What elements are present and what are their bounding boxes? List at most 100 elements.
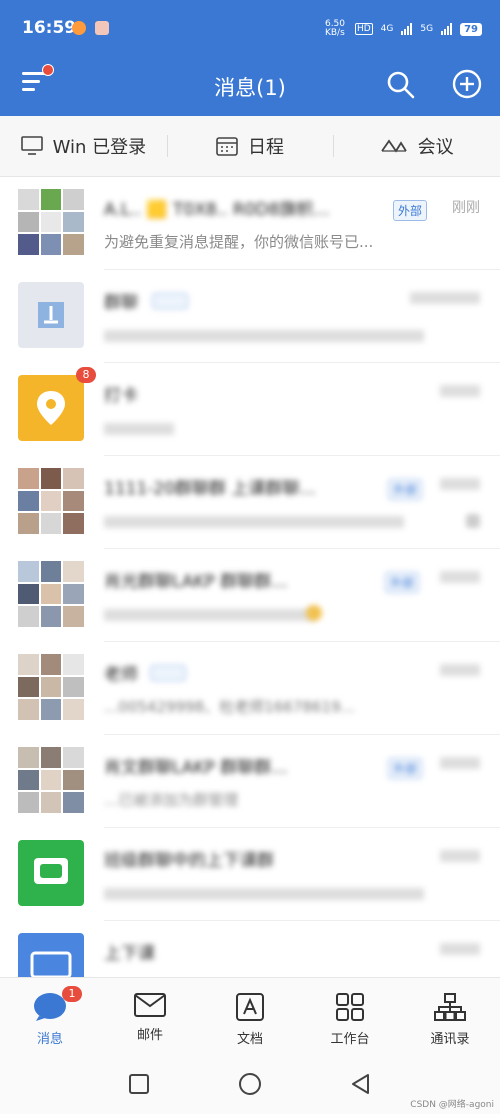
org-chart-icon (434, 993, 466, 1021)
list-item[interactable]: 老师 ...005429998、杜老师16678619... (0, 642, 500, 735)
list-item[interactable]: 班级群聊中的上下课群 (0, 828, 500, 921)
win-login-button[interactable]: Win 已登录 (0, 133, 167, 159)
chat-name: 老师 (104, 665, 138, 685)
external-tag (150, 665, 186, 681)
schedule-label: 日程 (248, 137, 284, 158)
home-icon[interactable] (238, 1072, 262, 1096)
avatar (18, 840, 84, 906)
status-time: 16:59 (22, 18, 77, 38)
message-time (410, 292, 480, 304)
signal-icon (441, 23, 453, 35)
unread-badge: 8 (76, 367, 96, 383)
meeting-icon (380, 139, 407, 153)
external-tag: 外部 (388, 479, 423, 500)
tab-docs[interactable]: 文档 (200, 978, 300, 1052)
avatar (18, 468, 84, 534)
tab-mail[interactable]: 邮件 (100, 978, 200, 1052)
hd-indicator: HD (354, 23, 373, 35)
list-item[interactable]: 群聊 (0, 270, 500, 363)
meeting-label: 会议 (417, 137, 454, 158)
message-preview (104, 330, 424, 342)
message-preview (104, 888, 424, 900)
tab-label: 工作台 (330, 1032, 370, 1047)
avatar (18, 282, 84, 348)
document-icon (236, 993, 264, 1021)
avatar (18, 375, 84, 441)
bottom-nav: 1 消息 邮件 文档 工作台 通讯录 (0, 977, 500, 1052)
message-time (440, 664, 480, 676)
search-icon[interactable] (386, 70, 416, 100)
battery-icon: 79 (460, 22, 482, 36)
external-tag: 外部 (393, 200, 428, 221)
app-icon (30, 951, 72, 977)
page-title: 消息(1) (214, 76, 286, 100)
list-item[interactable]: 上下课 (0, 921, 500, 977)
message-time (440, 385, 480, 397)
meeting-button[interactable]: 会议 (333, 133, 500, 159)
mail-icon (134, 993, 166, 1017)
quick-actions-bar: Win 已登录 日程 会议 (0, 116, 500, 177)
tab-label: 文档 (236, 1032, 263, 1047)
signal-icon (401, 23, 413, 35)
mute-icon (466, 514, 480, 528)
chat-name: A.L.. 🟨 T0X8.. R0D8旗帜... (104, 200, 330, 220)
tab-label: 邮件 (136, 1028, 163, 1043)
chat-name: 1111-20群聊群 上课群聊... (104, 479, 316, 499)
chat-name: 班级群聊中的上下课群 (104, 851, 274, 871)
message-preview: 为避免重复消息提醒，你的微信账号已... (104, 233, 374, 251)
avatar (18, 189, 84, 255)
flame-icon (72, 21, 86, 35)
chat-name: 打卡 (104, 386, 138, 406)
unread-badge: 1 (62, 986, 82, 1002)
tab-label: 通讯录 (430, 1032, 470, 1047)
tab-messages[interactable]: 1 消息 (0, 978, 100, 1052)
message-time (440, 757, 480, 769)
app-notification-icon (95, 21, 109, 35)
message-time (440, 943, 480, 955)
tab-label: 消息 (36, 1032, 63, 1047)
plus-circle-icon[interactable] (452, 69, 482, 99)
download-icon (38, 302, 64, 328)
monitor-icon (20, 136, 43, 155)
recents-icon[interactable] (128, 1073, 150, 1095)
chat-name: 上下课 (104, 944, 155, 964)
watermark: CSDN @网络-agoni (410, 1100, 494, 1110)
tab-workbench[interactable]: 工作台 (300, 978, 400, 1052)
calendar-icon (216, 137, 238, 156)
emoji-icon (306, 605, 322, 621)
top-bar: 16:59 6.50 KB/s HD 4G 5G 79 消息(1) (0, 0, 500, 116)
back-icon[interactable] (350, 1073, 372, 1095)
message-preview (104, 516, 404, 528)
system-nav-bar: CSDN @网络-agoni (0, 1051, 500, 1114)
avatar (18, 747, 84, 813)
grid-icon (336, 993, 364, 1021)
message-preview: ...已被添加为群管理 (104, 791, 239, 809)
list-item[interactable]: 肖文群聊LAKP 群聊群... 外部 ...已被添加为群管理 (0, 735, 500, 828)
schedule-button[interactable]: 日程 (166, 133, 334, 159)
avatar (18, 654, 84, 720)
external-tag: 外部 (385, 572, 420, 593)
avatar (18, 933, 84, 977)
avatar (18, 561, 84, 627)
external-tag: 外部 (388, 758, 423, 779)
message-time (440, 571, 480, 583)
message-time (440, 850, 480, 862)
external-tag (152, 293, 188, 309)
network-5g: 5G (420, 24, 434, 34)
network-4g: 4G (380, 24, 394, 34)
chat-name: 肖光群聊LAKP 群聊群... (104, 572, 288, 592)
message-preview (104, 423, 174, 435)
message-preview (104, 609, 314, 621)
list-item[interactable]: A.L.. 🟨 T0X8.. R0D8旗帜... 外部 刚刚 为避免重复消息提醒… (0, 177, 500, 270)
message-time: 刚刚 (452, 200, 480, 216)
status-bar: 16:59 6.50 KB/s HD 4G 5G 79 (0, 0, 500, 58)
message-app-icon (34, 858, 68, 884)
message-time (440, 478, 480, 490)
location-pin-icon (37, 391, 65, 425)
tab-contacts[interactable]: 通讯录 (400, 978, 500, 1052)
list-item[interactable]: 肖光群聊LAKP 群聊群... 外部 (0, 549, 500, 642)
list-item[interactable]: 1111-20群聊群 上课群聊... 外部 (0, 456, 500, 549)
list-item[interactable]: 8 打卡 (0, 363, 500, 456)
message-preview: ...005429998、杜老师16678619... (104, 698, 355, 716)
win-login-label: Win 已登录 (52, 137, 147, 158)
